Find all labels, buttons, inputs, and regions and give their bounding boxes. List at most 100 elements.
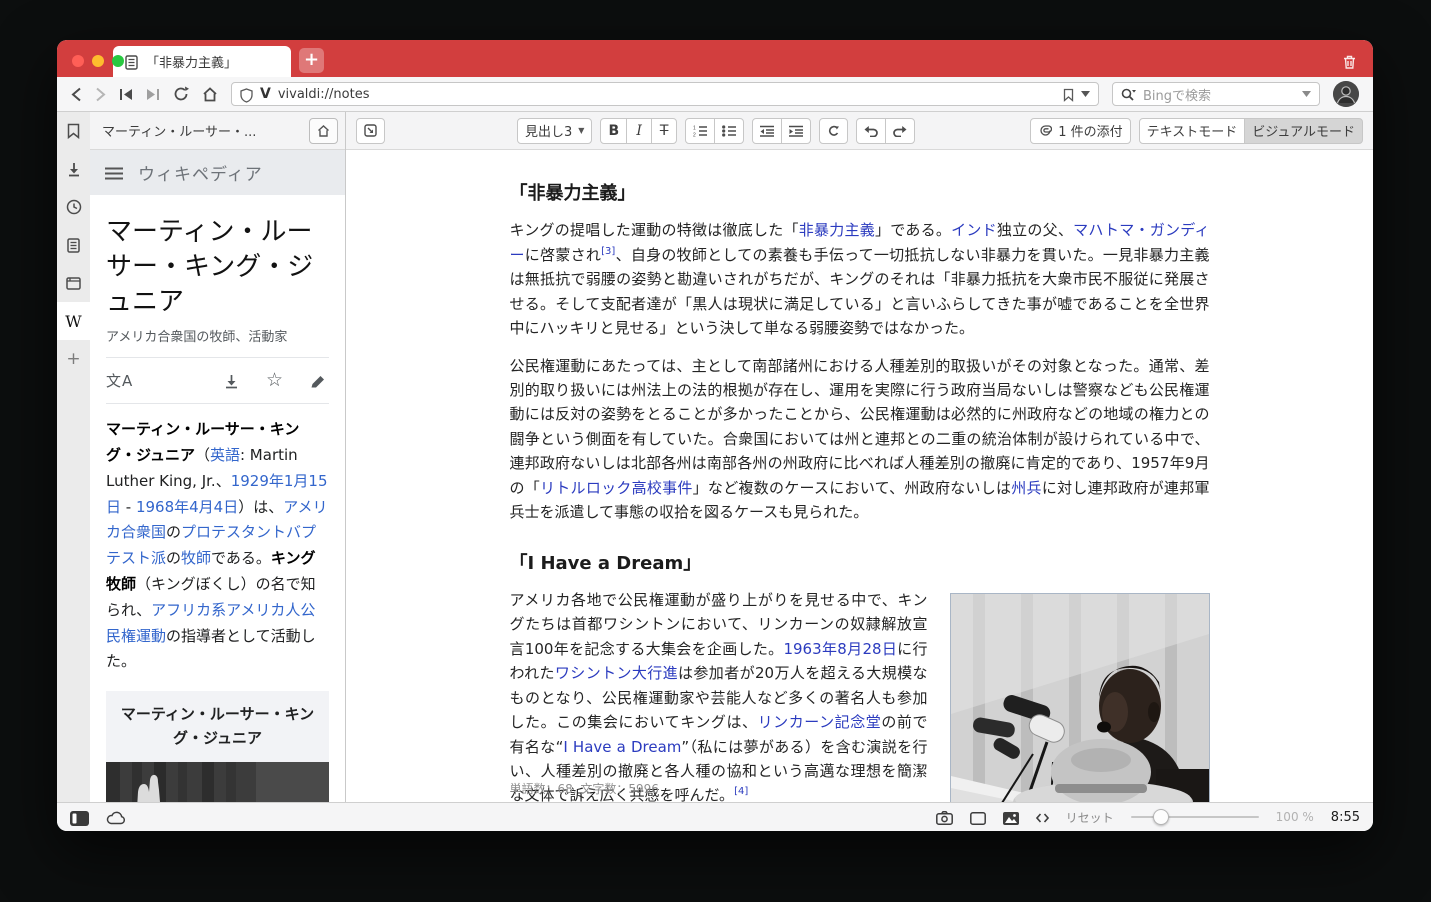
notes-panel-icon[interactable] <box>57 226 90 264</box>
capture-page-icon[interactable] <box>936 808 953 827</box>
bookmarks-panel-icon[interactable] <box>57 112 90 150</box>
windows-panel-icon[interactable] <box>57 264 90 302</box>
back-icon[interactable] <box>71 87 82 102</box>
search-field[interactable]: Bingで検索 <box>1112 82 1320 106</box>
zoom-window-button[interactable] <box>112 55 124 67</box>
search-engine-chevron-down-icon[interactable] <box>1302 91 1311 97</box>
text-run: である。 <box>211 549 271 567</box>
text-run: キングの提唱した運動の特徴は徹底した「 <box>510 221 799 239</box>
web-panel: マーティン・ルーサー・... ウィキペディア マーティン・ルーサー・キング・ジュ… <box>90 112 346 802</box>
svg-text:1: 1 <box>693 125 696 131</box>
search-placeholder[interactable]: Bingで検索 <box>1143 85 1211 104</box>
note-heading: 「I Have a Dream」 <box>510 549 1210 578</box>
zoom-reset-button[interactable]: リセット <box>1066 809 1114 826</box>
minimize-window-button[interactable] <box>92 55 104 67</box>
text-mode-button[interactable]: テキストモード <box>1139 118 1246 144</box>
star-icon[interactable]: ☆ <box>266 371 283 390</box>
note-paragraph: 公民権運動にあたっては、主として南部諸州における人種差別的取扱いがその対象となっ… <box>510 354 1210 525</box>
inline-link[interactable]: 1968年4月4日 <box>136 498 238 516</box>
hamburger-menu-icon[interactable] <box>105 163 123 182</box>
ordered-list-button[interactable]: 12 <box>685 118 715 144</box>
tab-bar: 「非暴力主義」 + <box>57 40 1373 77</box>
inline-link[interactable]: ワシントン大行進 <box>555 664 678 682</box>
panel-toggle-icon[interactable] <box>70 808 89 827</box>
infobox: マーティン・ルーサー・キング・ジュニア <box>106 691 329 802</box>
text-run: - <box>121 498 136 516</box>
bold-button[interactable]: B <box>600 118 627 144</box>
inline-link[interactable]: 牧師 <box>181 549 211 567</box>
url-text[interactable]: vivaldi://notes <box>278 87 370 102</box>
redo-button[interactable] <box>885 118 915 144</box>
strikethrough-button[interactable]: T <box>651 118 677 144</box>
inline-link[interactable]: リンカーン記念堂 <box>758 713 882 731</box>
add-webpanel-icon[interactable]: + <box>57 340 90 378</box>
page-actions-icon[interactable] <box>1036 808 1049 827</box>
vivaldi-icon[interactable]: V <box>260 86 271 102</box>
wikipedia-wordmark[interactable]: ウィキペディア <box>138 160 263 185</box>
inline-link[interactable]: 州兵 <box>1011 479 1042 497</box>
download-icon[interactable] <box>224 371 239 390</box>
search-icon <box>1121 85 1136 104</box>
svg-text:2: 2 <box>693 132 696 137</box>
outdent-button[interactable] <box>752 118 782 144</box>
edit-icon[interactable] <box>310 371 325 390</box>
inline-link[interactable]: I Have a Dream <box>563 738 681 756</box>
active-tab[interactable]: 「非暴力主義」 <box>113 46 291 77</box>
note-statistics: 単語数：68, 文字数：5996 <box>346 780 1373 797</box>
web-panel-header: マーティン・ルーサー・... <box>90 112 345 150</box>
inline-link[interactable]: 非暴力主義 <box>799 221 875 239</box>
editor-toolbar: 見出し3 ▼ B I T 12 <box>346 112 1373 150</box>
inline-link[interactable]: リトルロック高校事件 <box>540 479 693 497</box>
panel-icon-strip: W + <box>57 112 90 802</box>
panel-home-button[interactable] <box>309 118 338 144</box>
clock: 8:55 <box>1331 810 1360 825</box>
zoom-slider-knob[interactable] <box>1153 809 1169 825</box>
zoom-slider[interactable] <box>1131 809 1259 825</box>
home-icon[interactable] <box>202 87 218 102</box>
unordered-list-button[interactable] <box>714 118 744 144</box>
infobox-photo <box>106 762 329 802</box>
article-intro: マーティン・ルーサー・キング・ジュニア（英語: Martin Luther Ki… <box>106 417 329 675</box>
note-content-area[interactable]: 「非暴力主義」 キングの提唱した運動の特徴は徹底した「非暴力主義」である。インド… <box>346 150 1373 802</box>
inline-link[interactable]: 英語 <box>210 446 240 464</box>
closed-tabs-trash-icon[interactable] <box>1342 51 1357 70</box>
note-heading: 「非暴力主義」 <box>510 179 1210 208</box>
visual-mode-button[interactable]: ビジュアルモード <box>1244 118 1363 144</box>
webpanel-wikipedia-icon[interactable]: W <box>57 302 90 340</box>
mlk-speech-photo[interactable] <box>950 593 1210 802</box>
address-bar[interactable]: V vivaldi://notes <box>231 82 1099 106</box>
text-run: 」である。 <box>875 221 951 239</box>
bookmark-icon[interactable] <box>1063 85 1074 104</box>
inline-link[interactable]: インド <box>951 221 997 239</box>
text-run: に啓蒙され <box>525 246 601 264</box>
profile-avatar[interactable] <box>1333 81 1359 107</box>
italic-button[interactable]: I <box>626 118 652 144</box>
open-note-in-tab-button[interactable] <box>356 118 385 144</box>
insert-link-button[interactable] <box>819 118 848 144</box>
history-panel-icon[interactable] <box>57 188 90 226</box>
inline-link[interactable]: 1963年8月28日 <box>783 640 897 658</box>
wikipedia-article: マーティン・ルーサー・キング・ジュニア アメリカ合衆国の牧師、活動家 文A ☆ <box>90 195 345 802</box>
page-images-icon[interactable] <box>1003 808 1019 827</box>
text-run: 独立の父、 <box>997 221 1073 239</box>
tiling-icon[interactable] <box>970 808 986 827</box>
new-tab-button[interactable]: + <box>299 48 324 73</box>
shield-icon[interactable] <box>240 85 253 104</box>
downloads-panel-icon[interactable] <box>57 150 90 188</box>
language-icon[interactable]: 文A <box>106 370 133 391</box>
article-action-row: 文A ☆ <box>106 358 329 403</box>
undo-button[interactable] <box>856 118 886 144</box>
indent-button[interactable] <box>781 118 811 144</box>
reference-link[interactable]: [3] <box>601 246 615 257</box>
heading-select[interactable]: 見出し3 ▼ <box>517 118 592 144</box>
close-window-button[interactable] <box>72 55 84 67</box>
fast-forward-icon[interactable] <box>146 88 160 101</box>
rewind-icon[interactable] <box>119 88 133 101</box>
reload-icon[interactable] <box>173 86 189 102</box>
sync-cloud-icon[interactable] <box>106 808 126 827</box>
attachment-button[interactable]: 1 件の添付 <box>1030 118 1130 144</box>
note-paragraph: キングの提唱した運動の特徴は徹底した「非暴力主義」である。インド独立の父、マハト… <box>510 218 1210 340</box>
bookmark-chevron-down-icon[interactable] <box>1081 91 1090 97</box>
article-title: マーティン・ルーサー・キング・ジュニア <box>106 215 329 320</box>
forward-icon[interactable] <box>95 87 106 102</box>
